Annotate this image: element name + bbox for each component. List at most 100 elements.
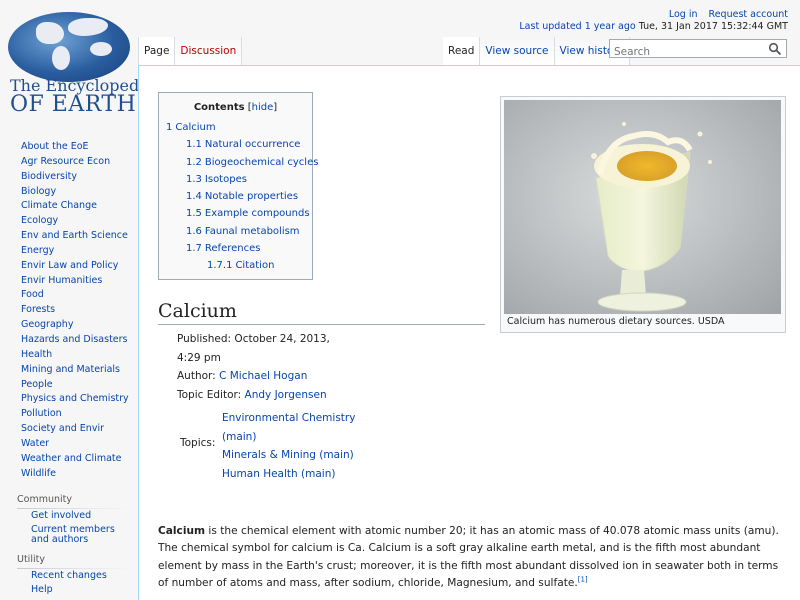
- toc-hide-link[interactable]: hide: [252, 102, 274, 113]
- thumbnail: Calcium has numerous dietary sources. US…: [500, 96, 786, 333]
- article-body: Calcium is the chemical element with ato…: [158, 523, 788, 592]
- toc-label[interactable]: Example compounds: [205, 208, 310, 219]
- sidebar-item-society-and-envir[interactable]: Society and Envir: [21, 422, 138, 437]
- last-updated-date: Tue, 31 Jan 2017 15:32:44 GMT: [638, 21, 788, 32]
- sidebar-item-mining-and-materials[interactable]: Mining and Materials: [21, 363, 138, 378]
- tab-page[interactable]: Page: [138, 37, 176, 65]
- globe-icon: [8, 12, 130, 82]
- sidebar-item-physics-and-chemistry[interactable]: Physics and Chemistry: [21, 392, 138, 407]
- toc-label[interactable]: References: [205, 243, 261, 254]
- toc-title: Contents [hide]: [193, 102, 278, 113]
- toc-label[interactable]: Citation: [235, 260, 274, 271]
- citation-ref[interactable]: [1]: [578, 575, 588, 583]
- community-item-current-members-and-authors[interactable]: Current members and authors: [31, 525, 131, 545]
- toc-number: 1.6: [186, 225, 202, 237]
- search-input[interactable]: [610, 43, 764, 61]
- personal-tools: Log in Request account: [661, 9, 788, 20]
- toc-number: 1.7: [186, 243, 202, 255]
- editor-line: Topic Editor: Andy Jorgensen: [177, 388, 327, 401]
- tab-view-source[interactable]: View source: [480, 37, 555, 65]
- sidebar-item-env-and-earth-science[interactable]: Env and Earth Science: [21, 229, 138, 244]
- search-icon[interactable]: [768, 42, 782, 56]
- toc-label[interactable]: Faunal metabolism: [205, 226, 300, 237]
- sidebar-item-biology[interactable]: Biology: [21, 185, 138, 200]
- content-area: Contents [hide] 1 Calcium 1.1 Natural occur…: [138, 65, 800, 600]
- sidebar-item-about-the-eoe[interactable]: About the EoE: [21, 140, 138, 155]
- topic-list: Environmental Chemistry (main) Minerals &…: [222, 409, 362, 483]
- sidebar-item-hazards-and-disasters[interactable]: Hazards and Disasters: [21, 333, 138, 348]
- community-item-get-involved[interactable]: Get involved: [31, 511, 131, 521]
- tab-read[interactable]: Read: [443, 37, 481, 65]
- namespace-tabs: Page Discussion: [138, 37, 243, 65]
- community-portal: Community Get involved Current members an…: [0, 493, 138, 545]
- topics-label: Topics:: [180, 437, 216, 449]
- milk-glass-image[interactable]: [504, 100, 781, 314]
- body-paragraph: is the chemical element with atomic numb…: [158, 525, 779, 589]
- sidebar-item-energy[interactable]: Energy: [21, 244, 138, 259]
- sidebar-item-geography[interactable]: Geography: [21, 318, 138, 333]
- request-account-link[interactable]: Request account: [709, 9, 788, 20]
- toc-label[interactable]: Isotopes: [205, 174, 247, 185]
- toc-item[interactable]: 1.6 Faunal metabolism: [159, 223, 312, 240]
- sidebar-item-envir-humanities[interactable]: Envir Humanities: [21, 274, 138, 289]
- toc-label[interactable]: Notable properties: [205, 191, 298, 202]
- toc-list: 1 Calcium 1.1 Natural occurrence 1.2 Biogeoch…: [159, 119, 318, 275]
- sidebar-item-water[interactable]: Water: [21, 437, 138, 452]
- login-link[interactable]: Log in: [669, 9, 698, 20]
- tab-discussion[interactable]: Discussion: [175, 37, 243, 65]
- site-logo[interactable]: The Encyclopedia OF EARTH: [0, 0, 154, 120]
- toc-number: 1.1: [186, 139, 202, 151]
- utility-list: Recent changes Help: [0, 571, 138, 595]
- sidebar-item-biodiversity[interactable]: Biodiversity: [21, 170, 138, 185]
- sidebar-item-weather-and-climate[interactable]: Weather and Climate: [21, 452, 138, 467]
- editor-link[interactable]: Andy Jorgensen: [245, 389, 327, 401]
- topic-link-human-health-main[interactable]: Human Health (main): [222, 465, 362, 484]
- sidebar-item-envir-law-and-policy[interactable]: Envir Law and Policy: [21, 259, 138, 274]
- toc-number: 1.3: [186, 173, 202, 185]
- last-updated: Last updated 1 year ago Tue, 31 Jan 2017…: [519, 21, 788, 32]
- sidebar-nav: About the EoE Agr Resource Econ Biodiversi…: [0, 140, 138, 481]
- sidebar: About the EoE Agr Resource Econ Biodiversi…: [0, 140, 138, 599]
- sidebar-item-agr-resource-econ[interactable]: Agr Resource Econ: [21, 155, 138, 170]
- table-of-contents: Contents [hide] 1 Calcium 1.1 Natural occur…: [158, 92, 318, 280]
- view-tabs: Read View source View history: [443, 37, 630, 65]
- toc-item[interactable]: 1.5 Example compounds: [159, 205, 312, 222]
- toc-number: 1.4: [186, 191, 202, 203]
- community-title: Community: [17, 494, 72, 506]
- utility-item-help[interactable]: Help: [31, 585, 131, 595]
- published-date: Published: October 24, 2013, 4:29 pm: [177, 333, 330, 364]
- search-box: [609, 39, 787, 61]
- toc-number: 1.2: [186, 156, 202, 168]
- toc-label[interactable]: Calcium: [175, 122, 215, 133]
- thumb-caption: Calcium has numerous dietary sources. US…: [507, 316, 725, 327]
- sidebar-item-pollution[interactable]: Pollution: [21, 407, 138, 422]
- toc-label[interactable]: Natural occurrence: [205, 139, 300, 150]
- toc-item[interactable]: 1.7.1 Citation: [159, 257, 312, 274]
- toc-item[interactable]: 1.1 Natural occurrence: [159, 136, 312, 153]
- author-line: Author: C Michael Hogan: [177, 370, 308, 382]
- toc-item[interactable]: 1.7 References: [159, 240, 312, 257]
- community-list: Get involved Current members and authors: [0, 511, 138, 545]
- page-title: Calcium: [158, 300, 485, 325]
- utility-portal: Utility Recent changes Help: [0, 553, 138, 595]
- topic-link-environmental-chemistry-main[interactable]: Environmental Chemistry (main): [222, 409, 362, 446]
- article-meta: Published: October 24, 2013, 4:29 pm Aut…: [177, 330, 347, 404]
- toc-item[interactable]: 1.2 Biogeochemical cycles: [159, 154, 318, 171]
- toc-item[interactable]: 1 Calcium: [159, 119, 312, 136]
- topic-link-minerals-mining-main[interactable]: Minerals & Mining (main): [222, 446, 362, 465]
- sidebar-item-climate-change[interactable]: Climate Change: [21, 199, 138, 214]
- sidebar-item-ecology[interactable]: Ecology: [21, 214, 138, 229]
- sidebar-item-health[interactable]: Health: [21, 348, 138, 363]
- sidebar-item-forests[interactable]: Forests: [21, 303, 138, 318]
- logo-text-line2: OF EARTH: [10, 92, 137, 117]
- sidebar-item-wildlife[interactable]: Wildlife: [21, 467, 138, 482]
- body-bold-term: Calcium: [158, 525, 206, 537]
- toc-item[interactable]: 1.4 Notable properties: [159, 188, 312, 205]
- sidebar-item-people[interactable]: People: [21, 378, 138, 393]
- toc-label[interactable]: Biogeochemical cycles: [205, 157, 319, 168]
- utility-item-recent-changes[interactable]: Recent changes: [31, 571, 131, 581]
- last-updated-link[interactable]: Last updated 1 year ago: [519, 21, 635, 32]
- author-link[interactable]: C Michael Hogan: [219, 370, 307, 382]
- sidebar-item-food[interactable]: Food: [21, 288, 138, 303]
- toc-item[interactable]: 1.3 Isotopes: [159, 171, 312, 188]
